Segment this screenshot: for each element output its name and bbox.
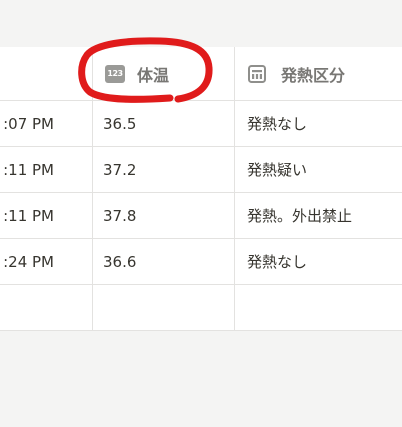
temperature-cell[interactable]: 36.5 [93, 101, 235, 146]
fever-category-value: 発熱なし [247, 253, 308, 271]
select-icon [247, 64, 267, 84]
time-cell[interactable]: :07 PM [0, 101, 93, 146]
fever-category-cell[interactable]: 発熱なし [235, 101, 402, 146]
fever-category-cell[interactable]: 発熱。外出禁止 [235, 193, 402, 238]
number-icon: 123 [105, 64, 125, 83]
database-table: 123 体温 発熱区分 :07 PM 36.5 発熱なし :11 PM 37.2… [0, 47, 402, 331]
empty-cell[interactable] [0, 285, 93, 330]
table-row[interactable]: :07 PM 36.5 発熱なし [0, 101, 402, 147]
table-header-row: 123 体温 発熱区分 [0, 47, 402, 101]
fever-category-cell[interactable]: 発熱なし [235, 239, 402, 284]
empty-table-row[interactable] [0, 285, 402, 331]
temperature-cell[interactable]: 37.8 [93, 193, 235, 238]
temperature-value: 36.5 [103, 114, 137, 133]
time-value: :11 PM [3, 206, 54, 225]
fever-category-cell[interactable]: 発熱疑い [235, 147, 402, 192]
column-header-time[interactable] [0, 47, 93, 100]
fever-category-value: 発熱疑い [247, 161, 308, 179]
temperature-value: 37.2 [103, 160, 137, 179]
empty-cell[interactable] [235, 285, 402, 330]
column-header-fever-category[interactable]: 発熱区分 [235, 47, 402, 100]
fever-category-value: 発熱。外出禁止 [247, 207, 353, 225]
time-value: :24 PM [3, 252, 54, 271]
column-header-temperature-label: 体温 [137, 65, 170, 85]
empty-cell[interactable] [93, 285, 235, 330]
temperature-value: 37.8 [103, 206, 137, 225]
time-cell[interactable]: :11 PM [0, 147, 93, 192]
time-cell[interactable]: :24 PM [0, 239, 93, 284]
time-cell[interactable]: :11 PM [0, 193, 93, 238]
temperature-cell[interactable]: 36.6 [93, 239, 235, 284]
table-row[interactable]: :11 PM 37.8 発熱。外出禁止 [0, 193, 402, 239]
table-row[interactable]: :24 PM 36.6 発熱なし [0, 239, 402, 285]
column-header-temperature[interactable]: 123 体温 [93, 47, 235, 100]
time-value: :11 PM [3, 160, 54, 179]
column-header-fever-category-label: 発熱区分 [281, 65, 346, 85]
fever-category-value: 発熱なし [247, 115, 308, 133]
time-value: :07 PM [3, 114, 54, 133]
table-row[interactable]: :11 PM 37.2 発熱疑い [0, 147, 402, 193]
temperature-value: 36.6 [103, 252, 137, 271]
temperature-cell[interactable]: 37.2 [93, 147, 235, 192]
